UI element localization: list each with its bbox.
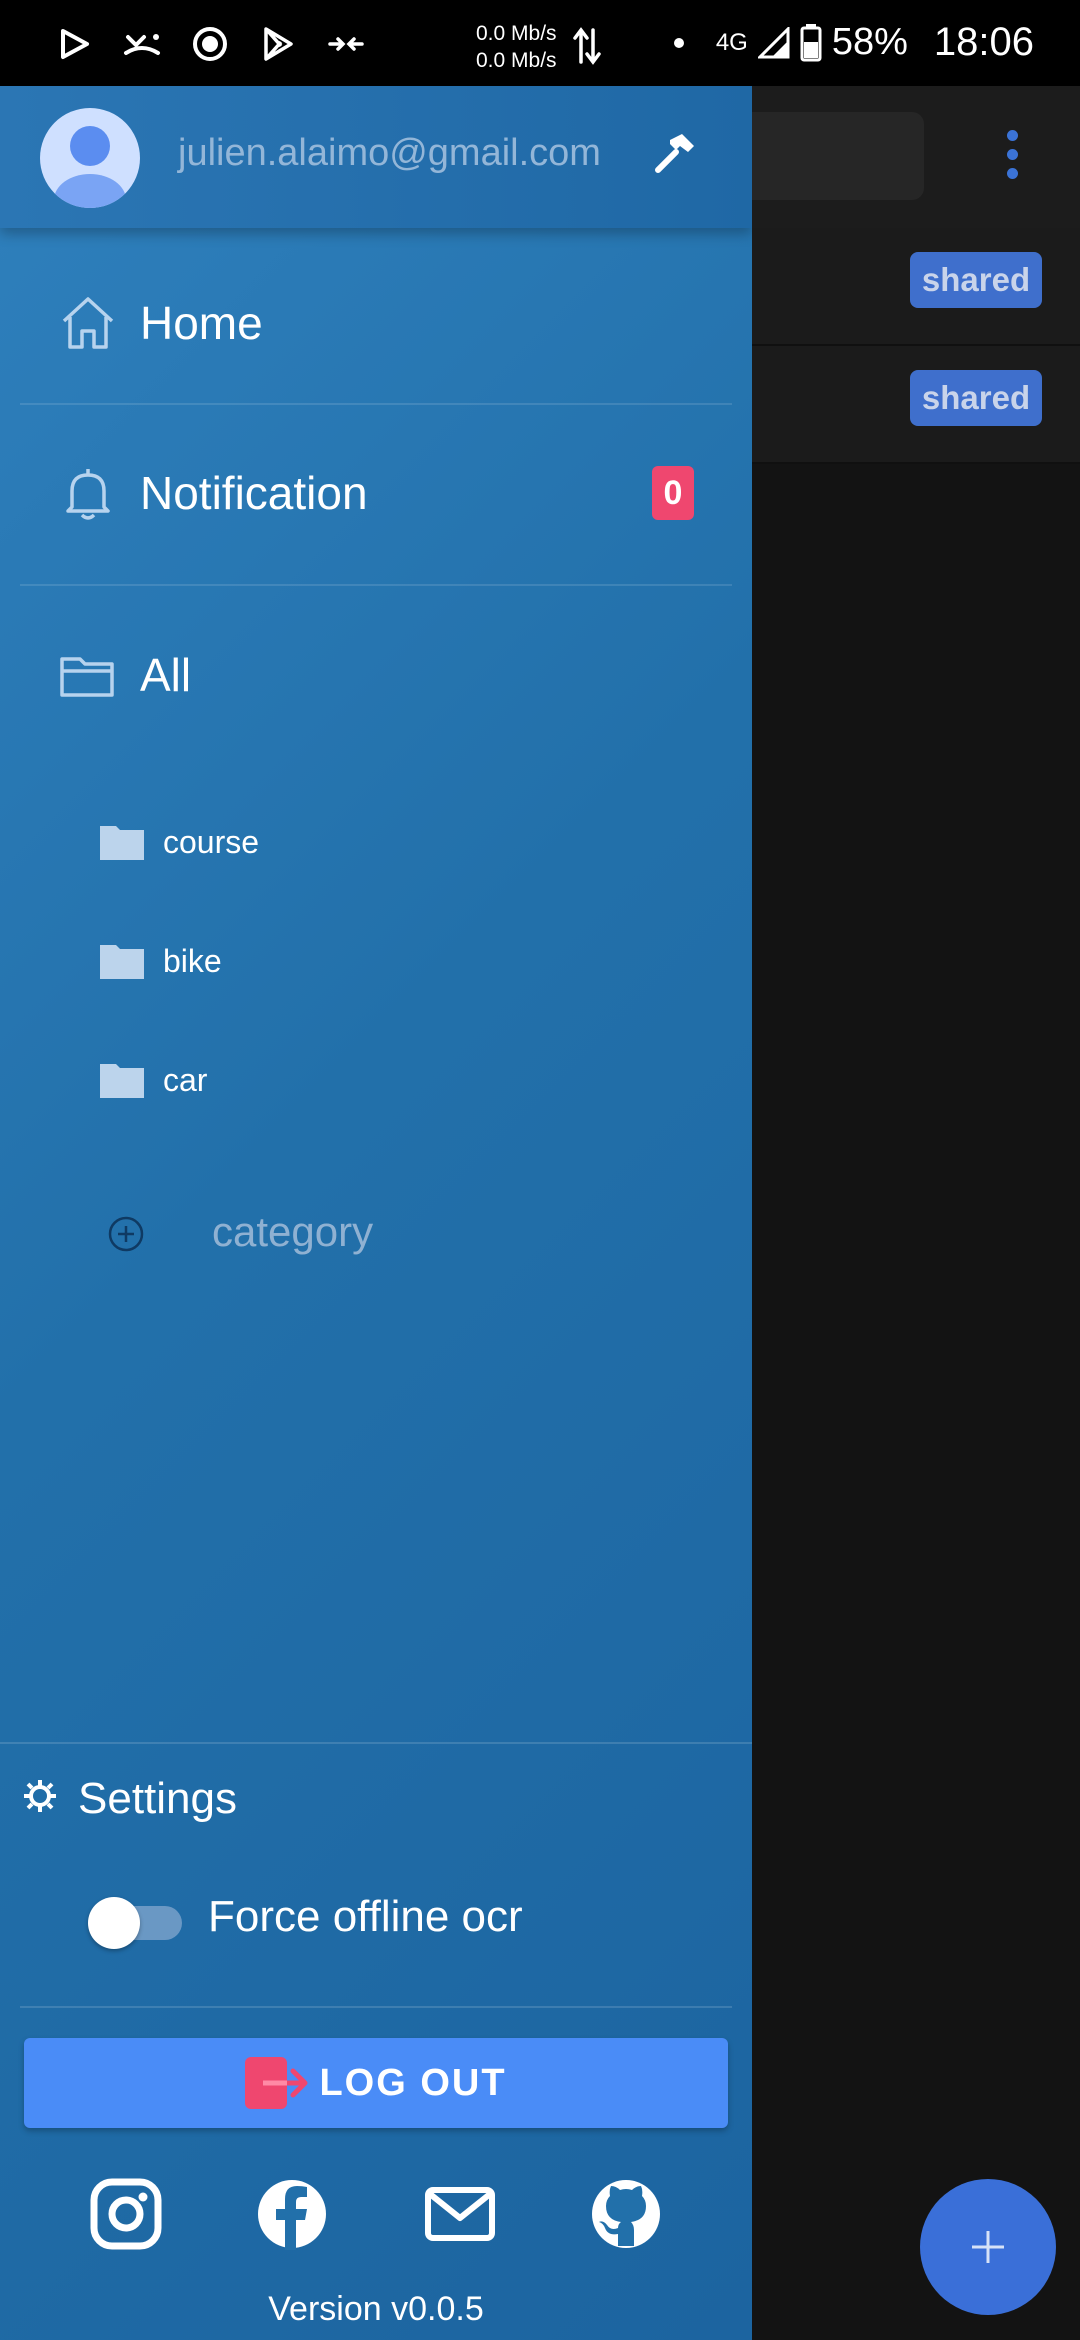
settings-heading: Settings [78, 1774, 237, 1823]
force-offline-ocr-toggle[interactable] [88, 1892, 182, 1949]
system-indicators: 4G 58% 18:06 [673, 20, 1034, 65]
category-label: car [163, 1062, 208, 1098]
shared-badge: shared [910, 252, 1042, 308]
category-item[interactable]: course [0, 784, 752, 902]
category-label: course [163, 824, 260, 860]
folder-icon [100, 943, 144, 979]
category-label: bike [163, 943, 222, 979]
divider [0, 1742, 752, 1744]
network-type: 4G [715, 28, 748, 56]
toggle-thumb [88, 1897, 140, 1949]
avatar[interactable] [40, 108, 140, 208]
github-icon[interactable] [590, 2178, 662, 2250]
folder-open-icon [58, 645, 118, 705]
category-item[interactable]: bike [0, 903, 752, 1021]
missed-call-icon [120, 22, 164, 66]
notification-count-badge: 0 [652, 466, 694, 520]
nav-notification[interactable]: Notification 0 [0, 404, 752, 582]
logout-icon [245, 2057, 308, 2109]
data-arrows-icon [572, 26, 602, 66]
net-down-text: 0.0 Mb/s [476, 49, 557, 72]
signal-icon [757, 26, 790, 58]
add-fab-button[interactable] [920, 2179, 1056, 2315]
screen: 0.0 Mb/s 0.0 Mb/s 4G 58% 18:06 shared sh… [0, 0, 1080, 2340]
version-text: Version v0.0.5 [268, 2290, 484, 2328]
status-bar: 0.0 Mb/s 0.0 Mb/s 4G 58% 18:06 [0, 0, 1080, 86]
dot-icon [673, 37, 684, 48]
play-store-icon [256, 22, 300, 66]
nav-all-label: All [140, 649, 192, 701]
instagram-icon[interactable] [90, 2178, 162, 2250]
battery-percent: 58% [831, 21, 908, 63]
add-circle-icon[interactable] [106, 1214, 146, 1254]
facebook-icon[interactable] [256, 2178, 328, 2250]
bell-icon [58, 463, 118, 523]
mail-icon[interactable] [424, 2178, 496, 2250]
nav-all[interactable]: All [0, 586, 752, 764]
home-icon [58, 293, 118, 353]
target-icon [188, 22, 232, 66]
notification-icons [52, 22, 368, 66]
more-vert-icon[interactable] [1000, 130, 1024, 186]
hammer-icon[interactable] [650, 130, 698, 178]
nav-home-label: Home [140, 297, 263, 349]
plus-icon [972, 2231, 1004, 2263]
clock: 18:06 [933, 20, 1034, 64]
logout-label: LOG OUT [319, 2061, 507, 2104]
gear-icon [22, 1778, 58, 1814]
logout-button[interactable]: LOG OUT [24, 2038, 728, 2128]
add-category-input[interactable]: category [212, 1208, 373, 1256]
play-icon [52, 22, 96, 66]
battery-icon [800, 23, 822, 61]
network-speed: 0.0 Mb/s 0.0 Mb/s [476, 20, 557, 74]
drawer-header: julien.alaimo@gmail.com [0, 86, 752, 228]
compress-icon [324, 22, 368, 66]
shared-badge: shared [910, 370, 1042, 426]
nav-notification-label: Notification [140, 467, 368, 519]
folder-icon [100, 1062, 144, 1098]
folder-icon [100, 824, 144, 860]
nav-home[interactable]: Home [0, 234, 752, 412]
divider [20, 2006, 732, 2008]
navigation-drawer: julien.alaimo@gmail.com Home Notificatio… [0, 86, 752, 2340]
net-up-text: 0.0 Mb/s [476, 22, 557, 45]
category-item[interactable]: car [0, 1022, 752, 1140]
account-email: julien.alaimo@gmail.com [178, 132, 601, 174]
force-offline-ocr-label: Force offline ocr [208, 1892, 523, 1941]
